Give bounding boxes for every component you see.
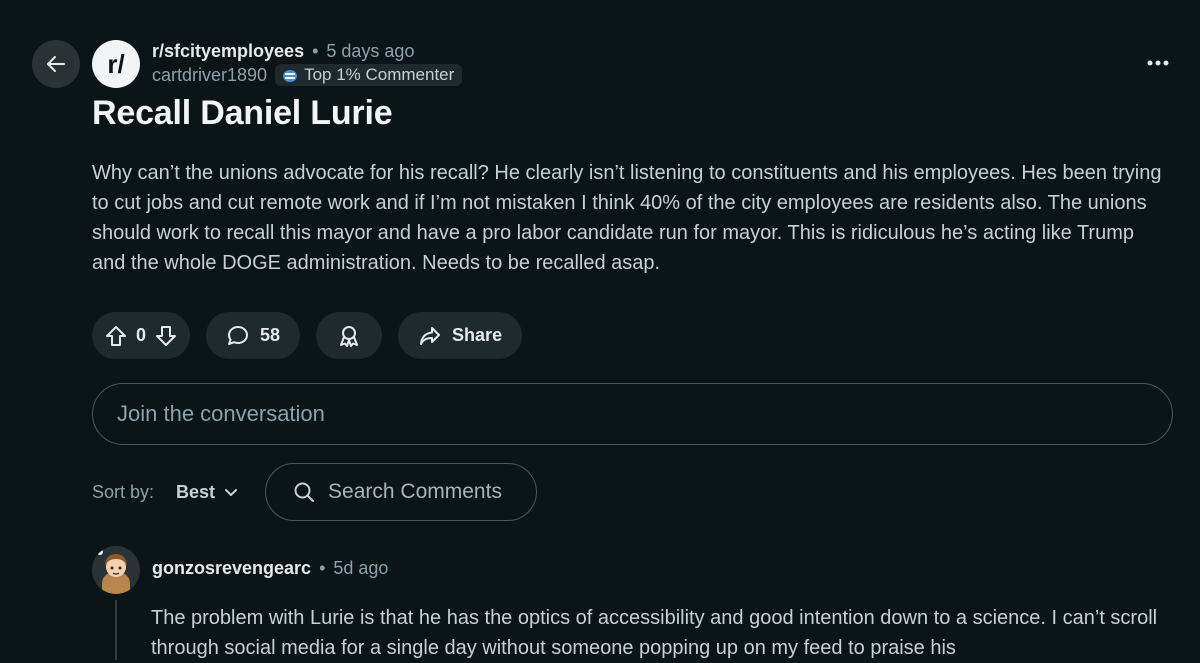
award-icon	[340, 325, 359, 347]
join-conversation-placeholder: Join the conversation	[117, 401, 325, 426]
comment-body: The problem with Lurie is that he has th…	[151, 607, 1158, 659]
search-comments-placeholder: Search Comments	[328, 480, 502, 503]
more-horizontal-icon	[1147, 60, 1169, 66]
share-label: Share	[452, 325, 503, 345]
sort-bar: Sort by: Best Search Comments	[92, 463, 538, 521]
post-body: Why can’t the unions advocate for his re…	[92, 162, 1162, 274]
award-button[interactable]	[316, 312, 383, 359]
sort-value: Best	[176, 481, 216, 502]
comment-bubble-icon	[228, 325, 249, 345]
subreddit-name[interactable]: r/sfcityemployees	[152, 41, 304, 62]
thread-line[interactable]	[115, 600, 117, 660]
comments-button[interactable]: 58	[206, 312, 301, 359]
vote-count: 0	[136, 325, 147, 345]
share-button[interactable]: Share	[398, 312, 523, 359]
subreddit-icon-text: r/	[107, 48, 125, 79]
sort-dropdown[interactable]: Best	[176, 482, 239, 503]
chevron-down-icon	[225, 489, 238, 496]
back-button[interactable]	[32, 40, 80, 88]
comment-header: gonzosrevengearc • 5d ago	[152, 558, 388, 579]
comment-separator: •	[319, 558, 326, 578]
badge-label: Top 1% Commenter	[304, 65, 455, 84]
meta-separator: •	[312, 41, 319, 61]
post-author[interactable]: cartdriver1890	[152, 65, 267, 86]
more-options-button[interactable]	[1146, 54, 1170, 72]
commenter-badge: Top 1% Commenter	[275, 64, 463, 86]
arrow-left-icon	[47, 56, 65, 72]
vote-control: 0	[92, 312, 191, 359]
comments-count: 58	[260, 325, 281, 345]
post-actions: 0 58 Share	[92, 312, 523, 359]
share-arrow-icon	[420, 326, 441, 345]
search-icon	[294, 482, 315, 502]
badge-icon	[283, 70, 298, 82]
comment-time: 5d ago	[333, 558, 389, 578]
sort-label: Sort by:	[92, 481, 155, 502]
upvote-icon[interactable]	[104, 324, 128, 348]
post-time: 5 days ago	[326, 41, 415, 61]
post-meta: r/sfcityemployees • 5 days ago	[152, 41, 414, 62]
search-comments-input[interactable]: Search Comments	[265, 463, 538, 521]
post-title: Recall Daniel Lurie	[92, 94, 393, 132]
join-conversation-input[interactable]: Join the conversation	[92, 383, 1173, 445]
post-author-line: cartdriver1890 Top 1% Commenter	[152, 64, 463, 86]
downvote-icon[interactable]	[154, 324, 178, 348]
comment-author[interactable]: gonzosrevengearc	[152, 558, 311, 579]
comment-author-avatar[interactable]	[92, 546, 140, 594]
subreddit-avatar[interactable]: r/	[92, 40, 140, 88]
avatar-illustration	[92, 546, 140, 594]
